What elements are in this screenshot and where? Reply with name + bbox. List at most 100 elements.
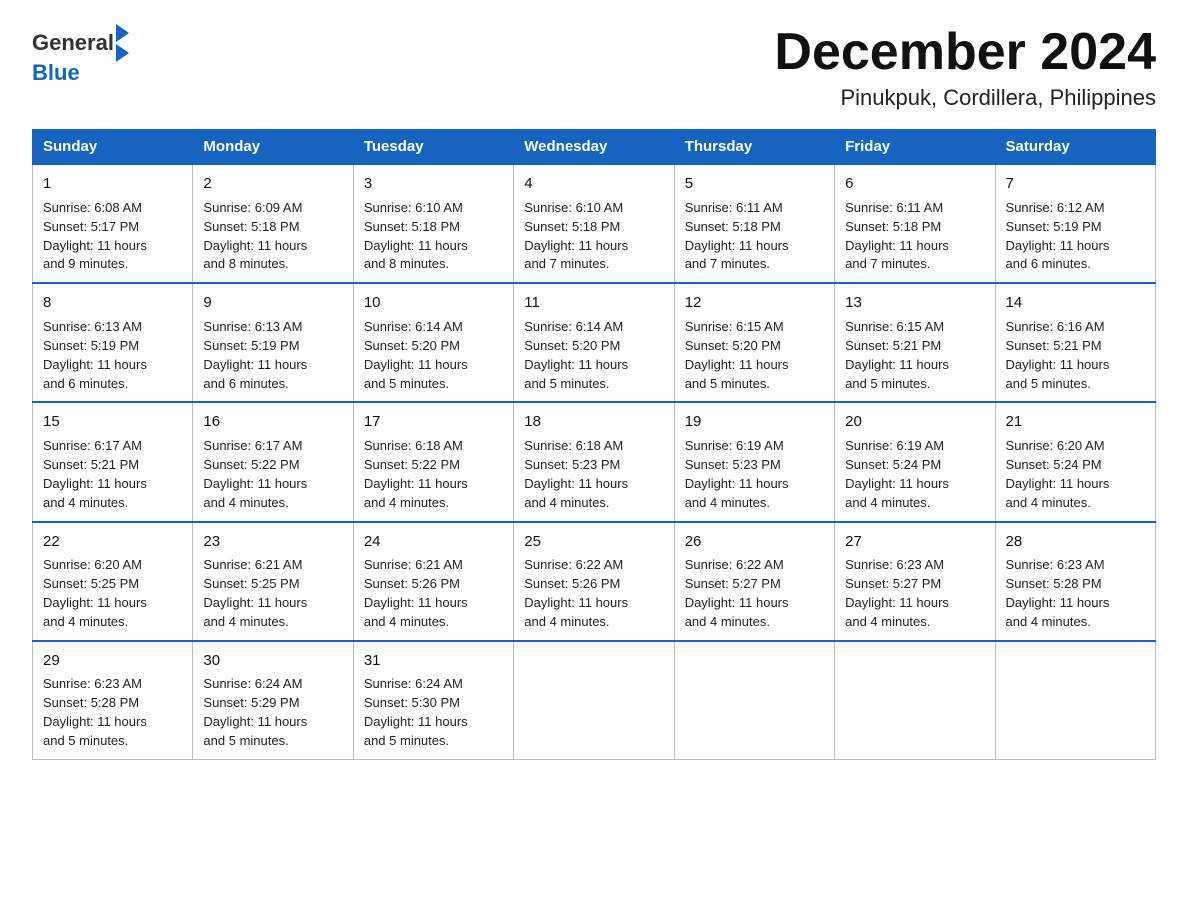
calendar-cell: 25 Sunrise: 6:22 AMSunset: 5:26 PMDayligh… [514,522,674,641]
day-info: Sunrise: 6:09 AMSunset: 5:18 PMDaylight:… [203,199,342,274]
day-number: 23 [203,531,342,553]
day-number: 21 [1006,411,1145,433]
calendar-cell [835,641,995,760]
day-info: Sunrise: 6:22 AMSunset: 5:26 PMDaylight:… [524,556,663,631]
day-info: Sunrise: 6:16 AMSunset: 5:21 PMDaylight:… [1006,318,1145,393]
calendar-cell: 19 Sunrise: 6:19 AMSunset: 5:23 PMDayligh… [674,402,834,521]
calendar-cell [995,641,1155,760]
col-header-thursday: Thursday [674,130,834,165]
col-header-wednesday: Wednesday [514,130,674,165]
calendar-cell: 24Sunrise: 6:21 AMSunset: 5:26 PMDayligh… [353,522,513,641]
calendar-cell: 2 Sunrise: 6:09 AMSunset: 5:18 PMDaylight… [193,164,353,283]
day-number: 6 [845,173,984,195]
day-info: Sunrise: 6:23 AMSunset: 5:27 PMDaylight:… [845,556,984,631]
calendar-cell: 10 Sunrise: 6:14 AMSunset: 5:20 PMDayligh… [353,283,513,402]
calendar-cell: 15Sunrise: 6:17 AMSunset: 5:21 PMDayligh… [33,402,193,521]
day-number: 27 [845,531,984,553]
day-info: Sunrise: 6:20 AMSunset: 5:24 PMDaylight:… [1006,437,1145,512]
day-info: Sunrise: 6:13 AMSunset: 5:19 PMDaylight:… [203,318,342,393]
calendar-cell: 16 Sunrise: 6:17 AMSunset: 5:22 PMDayligh… [193,402,353,521]
week-row-2: 8 Sunrise: 6:13 AMSunset: 5:19 PMDaylight… [33,283,1156,402]
day-info: Sunrise: 6:15 AMSunset: 5:20 PMDaylight:… [685,318,824,393]
calendar-subtitle: Pinukpuk, Cordillera, Philippines [774,85,1156,111]
day-number: 4 [524,173,663,195]
day-number: 8 [43,292,182,314]
day-info: Sunrise: 6:17 AMSunset: 5:22 PMDaylight:… [203,437,342,512]
day-number: 16 [203,411,342,433]
calendar-cell [674,641,834,760]
day-number: 7 [1006,173,1145,195]
calendar-table: SundayMondayTuesdayWednesdayThursdayFrid… [32,129,1156,760]
day-number: 24 [364,531,503,553]
calendar-cell: 12 Sunrise: 6:15 AMSunset: 5:20 PMDayligh… [674,283,834,402]
day-info: Sunrise: 6:19 AMSunset: 5:23 PMDaylight:… [685,437,824,512]
day-info: Sunrise: 6:18 AMSunset: 5:22 PMDaylight:… [364,437,503,512]
day-info: Sunrise: 6:11 AMSunset: 5:18 PMDaylight:… [685,199,824,274]
day-info: Sunrise: 6:24 AMSunset: 5:29 PMDaylight:… [203,675,342,750]
day-info: Sunrise: 6:23 AMSunset: 5:28 PMDaylight:… [43,675,182,750]
logo-blue: Blue [32,60,80,86]
day-number: 3 [364,173,503,195]
col-header-saturday: Saturday [995,130,1155,165]
day-number: 2 [203,173,342,195]
calendar-cell: 13Sunrise: 6:15 AMSunset: 5:21 PMDayligh… [835,283,995,402]
col-header-tuesday: Tuesday [353,130,513,165]
day-info: Sunrise: 6:10 AMSunset: 5:18 PMDaylight:… [364,199,503,274]
page-header: General Blue December 2024 Pinukpuk, Cor… [32,24,1156,111]
day-info: Sunrise: 6:20 AMSunset: 5:25 PMDaylight:… [43,556,182,631]
day-number: 9 [203,292,342,314]
day-info: Sunrise: 6:22 AMSunset: 5:27 PMDaylight:… [685,556,824,631]
calendar-title: December 2024 [774,24,1156,81]
week-row-5: 29 Sunrise: 6:23 AMSunset: 5:28 PMDayligh… [33,641,1156,760]
day-info: Sunrise: 6:14 AMSunset: 5:20 PMDaylight:… [364,318,503,393]
day-number: 5 [685,173,824,195]
day-number: 28 [1006,531,1145,553]
day-number: 18 [524,411,663,433]
day-number: 19 [685,411,824,433]
calendar-cell: 17Sunrise: 6:18 AMSunset: 5:22 PMDayligh… [353,402,513,521]
day-info: Sunrise: 6:19 AMSunset: 5:24 PMDaylight:… [845,437,984,512]
day-number: 25 [524,531,663,553]
day-number: 31 [364,650,503,672]
day-info: Sunrise: 6:10 AMSunset: 5:18 PMDaylight:… [524,199,663,274]
day-number: 11 [524,292,663,314]
calendar-cell: 21 Sunrise: 6:20 AMSunset: 5:24 PMDayligh… [995,402,1155,521]
calendar-cell: 29 Sunrise: 6:23 AMSunset: 5:28 PMDayligh… [33,641,193,760]
calendar-cell: 8 Sunrise: 6:13 AMSunset: 5:19 PMDaylight… [33,283,193,402]
calendar-cell: 3 Sunrise: 6:10 AMSunset: 5:18 PMDaylight… [353,164,513,283]
calendar-cell: 30 Sunrise: 6:24 AMSunset: 5:29 PMDayligh… [193,641,353,760]
calendar-cell: 1 Sunrise: 6:08 AMSunset: 5:17 PMDaylight… [33,164,193,283]
calendar-cell: 31Sunrise: 6:24 AMSunset: 5:30 PMDayligh… [353,641,513,760]
day-number: 14 [1006,292,1145,314]
day-info: Sunrise: 6:11 AMSunset: 5:18 PMDaylight:… [845,199,984,274]
day-info: Sunrise: 6:08 AMSunset: 5:17 PMDaylight:… [43,199,182,274]
calendar-cell: 11Sunrise: 6:14 AMSunset: 5:20 PMDayligh… [514,283,674,402]
calendar-cell: 4 Sunrise: 6:10 AMSunset: 5:18 PMDaylight… [514,164,674,283]
calendar-cell: 18Sunrise: 6:18 AMSunset: 5:23 PMDayligh… [514,402,674,521]
day-info: Sunrise: 6:17 AMSunset: 5:21 PMDaylight:… [43,437,182,512]
day-number: 10 [364,292,503,314]
day-number: 26 [685,531,824,553]
week-row-1: 1 Sunrise: 6:08 AMSunset: 5:17 PMDaylight… [33,164,1156,283]
calendar-cell: 9 Sunrise: 6:13 AMSunset: 5:19 PMDaylight… [193,283,353,402]
day-number: 13 [845,292,984,314]
day-info: Sunrise: 6:23 AMSunset: 5:28 PMDaylight:… [1006,556,1145,631]
day-number: 1 [43,173,182,195]
col-header-monday: Monday [193,130,353,165]
calendar-cell: 20 Sunrise: 6:19 AMSunset: 5:24 PMDayligh… [835,402,995,521]
day-number: 12 [685,292,824,314]
day-number: 30 [203,650,342,672]
calendar-cell [514,641,674,760]
day-number: 20 [845,411,984,433]
week-row-3: 15Sunrise: 6:17 AMSunset: 5:21 PMDayligh… [33,402,1156,521]
calendar-cell: 5 Sunrise: 6:11 AMSunset: 5:18 PMDaylight… [674,164,834,283]
calendar-cell: 14 Sunrise: 6:16 AMSunset: 5:21 PMDayligh… [995,283,1155,402]
calendar-cell: 7Sunrise: 6:12 AMSunset: 5:19 PMDaylight… [995,164,1155,283]
day-info: Sunrise: 6:21 AMSunset: 5:25 PMDaylight:… [203,556,342,631]
calendar-cell: 26 Sunrise: 6:22 AMSunset: 5:27 PMDayligh… [674,522,834,641]
col-header-sunday: Sunday [33,130,193,165]
day-info: Sunrise: 6:13 AMSunset: 5:19 PMDaylight:… [43,318,182,393]
day-number: 29 [43,650,182,672]
logo: General Blue [32,24,129,86]
calendar-cell: 28 Sunrise: 6:23 AMSunset: 5:28 PMDayligh… [995,522,1155,641]
